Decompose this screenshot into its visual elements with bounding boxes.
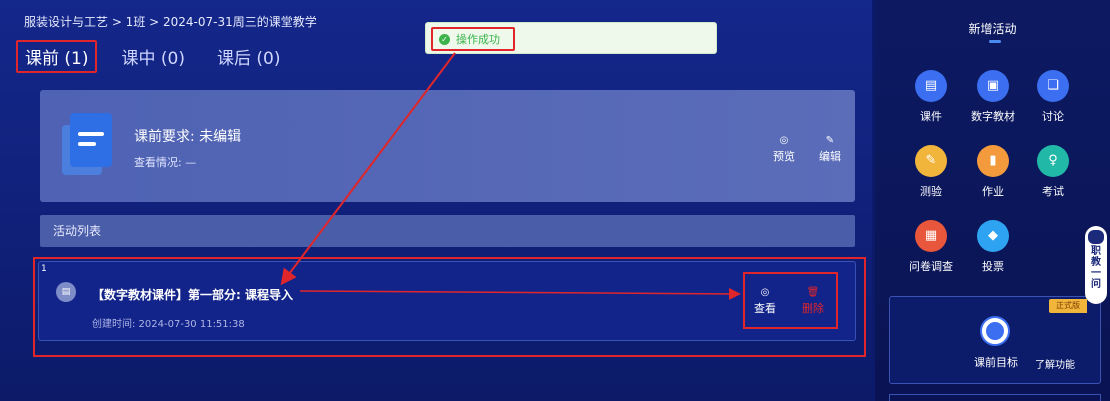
target-icon[interactable]	[982, 318, 1008, 344]
new-activity-title: 新增活动	[968, 22, 1017, 36]
annotation-arrow-to-actions	[299, 287, 741, 300]
quiz-icon: ✎	[915, 145, 947, 177]
tool-label: 考试	[1042, 185, 1064, 198]
tool-label: 数字教材	[971, 110, 1015, 123]
tool-homework[interactable]: ▮ 作业	[965, 145, 1021, 199]
tool-courseware[interactable]: ▤ 课件	[903, 70, 959, 124]
tool-label: 投票	[982, 260, 1004, 273]
formal-version-tag: 正式版	[1049, 299, 1087, 313]
tool-label: 课件	[920, 110, 942, 123]
tool-survey[interactable]: ▦ 问卷调查	[903, 220, 959, 274]
tool-discussion[interactable]: ❏ 讨论	[1025, 70, 1081, 124]
annotation-arrow-to-title	[280, 52, 456, 286]
pre-class-goal-label[interactable]: 课前目标	[974, 354, 1018, 370]
tool-digital-textbook[interactable]: ▣ 数字教材	[965, 70, 1021, 124]
vote-icon: ◆	[977, 220, 1009, 252]
courseware-icon: ▤	[915, 70, 947, 102]
chat-icon: ❏	[1037, 70, 1069, 102]
tool-exam[interactable]: ♀ 考试	[1025, 145, 1081, 199]
tool-label: 作业	[982, 185, 1004, 198]
tool-quiz[interactable]: ✎ 测验	[903, 145, 959, 199]
assistant-label: 职教一问	[1091, 246, 1101, 290]
learn-feature-link[interactable]: 了解功能	[1035, 356, 1075, 371]
title-underline	[989, 40, 1001, 43]
digital-book-icon: ▣	[977, 70, 1009, 102]
tool-label: 测验	[920, 185, 942, 198]
robot-icon	[1088, 230, 1104, 244]
survey-icon: ▦	[915, 220, 947, 252]
assistant-float-button[interactable]: 职教一问	[1085, 226, 1107, 304]
tool-label: 讨论	[1042, 110, 1064, 123]
next-panel-edge	[889, 394, 1101, 401]
tool-vote[interactable]: ◆ 投票	[965, 220, 1021, 274]
book-icon: ▮	[977, 145, 1009, 177]
exam-icon: ♀	[1037, 145, 1069, 177]
tool-label: 问卷调查	[909, 260, 953, 273]
